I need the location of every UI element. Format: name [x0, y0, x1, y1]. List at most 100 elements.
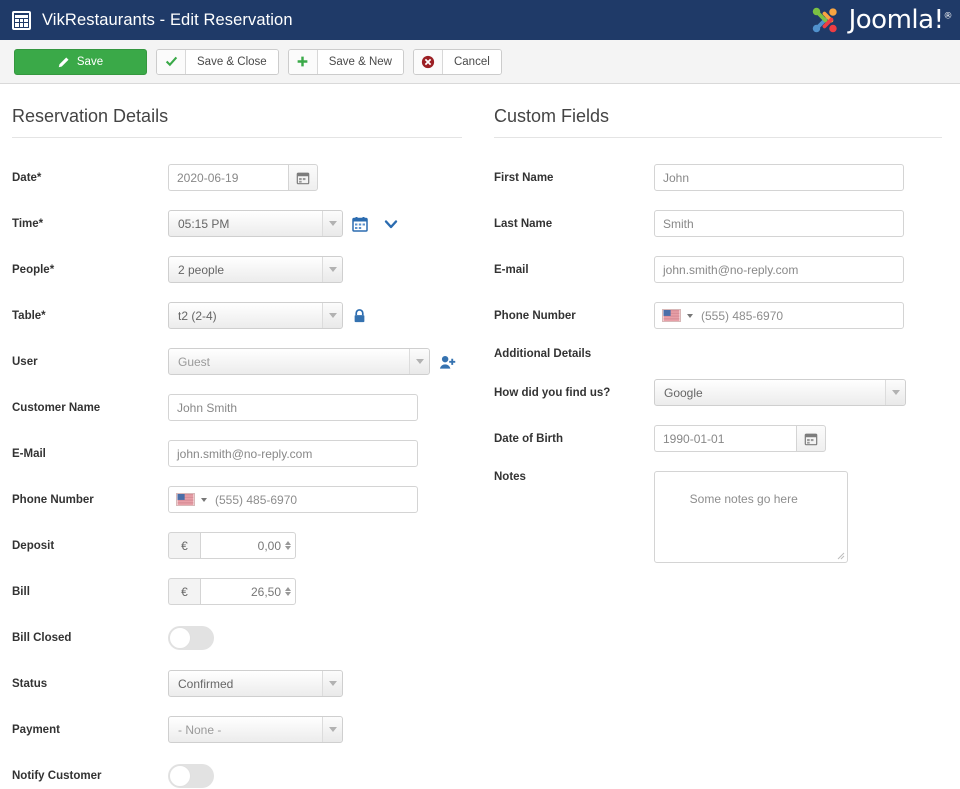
field-row-time: Time* 05:15 PM: [12, 210, 462, 237]
chevron-down-icon: [322, 717, 342, 742]
status-label: Status: [12, 677, 48, 690]
last-name-input[interactable]: Smith: [654, 210, 904, 237]
custom-phone-input[interactable]: (555) 485-6970: [701, 309, 783, 323]
add-user-icon[interactable]: [439, 354, 456, 370]
field-row-bill: Bill € 26,50: [12, 578, 462, 605]
deposit-stepper[interactable]: [285, 541, 291, 550]
notify-customer-toggle[interactable]: [168, 763, 214, 788]
email-input[interactable]: john.smith@no-reply.com: [168, 440, 418, 467]
chevron-down-icon[interactable]: [687, 313, 693, 318]
content-area: Reservation Details Date* 2020-06-19 Tim…: [0, 84, 960, 788]
user-select[interactable]: Guest: [168, 348, 430, 375]
field-row-email: E-Mail john.smith@no-reply.com: [12, 440, 462, 467]
pencil-icon: [58, 57, 69, 67]
date-input-group[interactable]: 2020-06-19: [168, 164, 318, 191]
bill-closed-toggle[interactable]: [168, 625, 214, 650]
field-row-find-us: How did you find us? Google: [494, 379, 942, 406]
time-label: Time*: [12, 217, 44, 230]
joomla-mark-icon: [812, 7, 837, 33]
bill-label: Bill: [12, 585, 30, 598]
chevron-down-icon: [322, 303, 342, 328]
check-icon: [157, 49, 186, 74]
find-us-label: How did you find us?: [494, 386, 611, 399]
lock-icon[interactable]: [352, 308, 367, 324]
joomla-logo: Joomla!®: [808, 0, 952, 40]
find-us-select-value: Google: [664, 385, 703, 400]
custom-email-input[interactable]: john.smith@no-reply.com: [654, 256, 904, 283]
field-row-table: Table* t2 (2-4): [12, 302, 462, 329]
calendar-icon: [12, 10, 31, 30]
page-title: VikRestaurants - Edit Reservation: [42, 10, 293, 29]
resize-grip-icon[interactable]: [836, 551, 845, 560]
notes-value: Some notes go here: [689, 492, 798, 506]
app-header: VikRestaurants - Edit Reservation Joomla…: [0, 0, 960, 40]
save-new-button[interactable]: Save & New: [287, 48, 404, 75]
dob-calendar-button[interactable]: [796, 425, 826, 452]
reservation-details-panel: Reservation Details Date* 2020-06-19 Tim…: [0, 84, 480, 788]
date-input[interactable]: 2020-06-19: [168, 164, 288, 191]
save-close-button-label: Save & Close: [186, 49, 278, 74]
chevron-down-icon: [322, 211, 342, 236]
date-calendar-button[interactable]: [288, 164, 318, 191]
save-button[interactable]: Save: [14, 48, 147, 75]
chevron-down-icon[interactable]: [383, 216, 399, 232]
bill-currency-symbol: €: [168, 578, 200, 605]
time-select[interactable]: 05:15 PM: [168, 210, 343, 237]
save-close-button[interactable]: Save & Close: [156, 48, 279, 75]
customer-name-input[interactable]: John Smith: [168, 394, 418, 421]
table-label: Table*: [12, 309, 46, 322]
phone-input-group[interactable]: (555) 485-6970: [168, 486, 418, 513]
calendar-icon[interactable]: [352, 216, 368, 232]
field-row-phone: Phone Number (555) 485-6970: [12, 486, 462, 513]
bill-closed-label: Bill Closed: [12, 631, 72, 644]
custom-phone-input-group[interactable]: (555) 485-6970: [654, 302, 904, 329]
user-select-value: Guest: [178, 354, 211, 369]
dob-input-group[interactable]: 1990-01-01: [654, 425, 826, 452]
custom-fields-panel: Custom Fields First Name John Last Name …: [480, 84, 960, 721]
chevron-down-icon: [885, 380, 905, 405]
chevron-down-icon: [322, 671, 342, 696]
us-flag-icon[interactable]: [176, 493, 195, 506]
table-select-value: t2 (2-4): [178, 308, 217, 323]
chevron-down-icon[interactable]: [201, 497, 207, 502]
field-row-date: Date* 2020-06-19: [12, 164, 462, 191]
last-name-label: Last Name: [494, 217, 553, 230]
deposit-input[interactable]: 0,00: [200, 532, 296, 559]
us-flag-icon[interactable]: [662, 309, 681, 322]
field-row-people: People* 2 people: [12, 256, 462, 283]
find-us-select[interactable]: Google: [654, 379, 906, 406]
bill-input-group[interactable]: € 26,50: [168, 578, 296, 605]
payment-label: Payment: [12, 723, 60, 736]
custom-fields-title: Custom Fields: [494, 106, 942, 138]
cancel-button[interactable]: Cancel: [412, 48, 502, 75]
deposit-value: 0,00: [257, 538, 281, 553]
field-row-notify-customer: Notify Customer: [12, 762, 462, 789]
field-row-first-name: First Name John: [494, 164, 942, 191]
bill-stepper[interactable]: [285, 587, 291, 596]
status-select[interactable]: Confirmed: [168, 670, 343, 697]
joomla-wordmark: Joomla!®: [848, 5, 953, 35]
dob-input[interactable]: 1990-01-01: [654, 425, 796, 452]
field-row-custom-email: E-mail john.smith@no-reply.com: [494, 256, 942, 283]
deposit-input-group[interactable]: € 0,00: [168, 532, 296, 559]
field-row-customer-name: Customer Name John Smith: [12, 394, 462, 421]
field-row-dob: Date of Birth 1990-01-01: [494, 425, 942, 452]
payment-select-value: - None -: [178, 722, 222, 737]
additional-details-subheading: Additional Details: [494, 348, 592, 360]
field-row-notes: Notes Some notes go here: [494, 471, 942, 563]
first-name-input[interactable]: John: [654, 164, 904, 191]
chevron-down-icon: [322, 257, 342, 282]
field-row-last-name: Last Name Smith: [494, 210, 942, 237]
bill-value: 26,50: [250, 584, 281, 599]
notes-textarea[interactable]: Some notes go here: [654, 471, 848, 563]
phone-input[interactable]: (555) 485-6970: [215, 493, 297, 507]
table-select[interactable]: t2 (2-4): [168, 302, 343, 329]
field-row-deposit: Deposit € 0,00: [12, 532, 462, 559]
people-select[interactable]: 2 people: [168, 256, 343, 283]
save-new-button-label: Save & New: [317, 49, 403, 74]
field-row-custom-phone: Phone Number (555) 485-6970: [494, 302, 942, 329]
customer-name-label: Customer Name: [12, 401, 101, 414]
payment-select[interactable]: - None -: [168, 716, 343, 743]
bill-input[interactable]: 26,50: [200, 578, 296, 605]
time-select-value: 05:15 PM: [178, 216, 230, 231]
